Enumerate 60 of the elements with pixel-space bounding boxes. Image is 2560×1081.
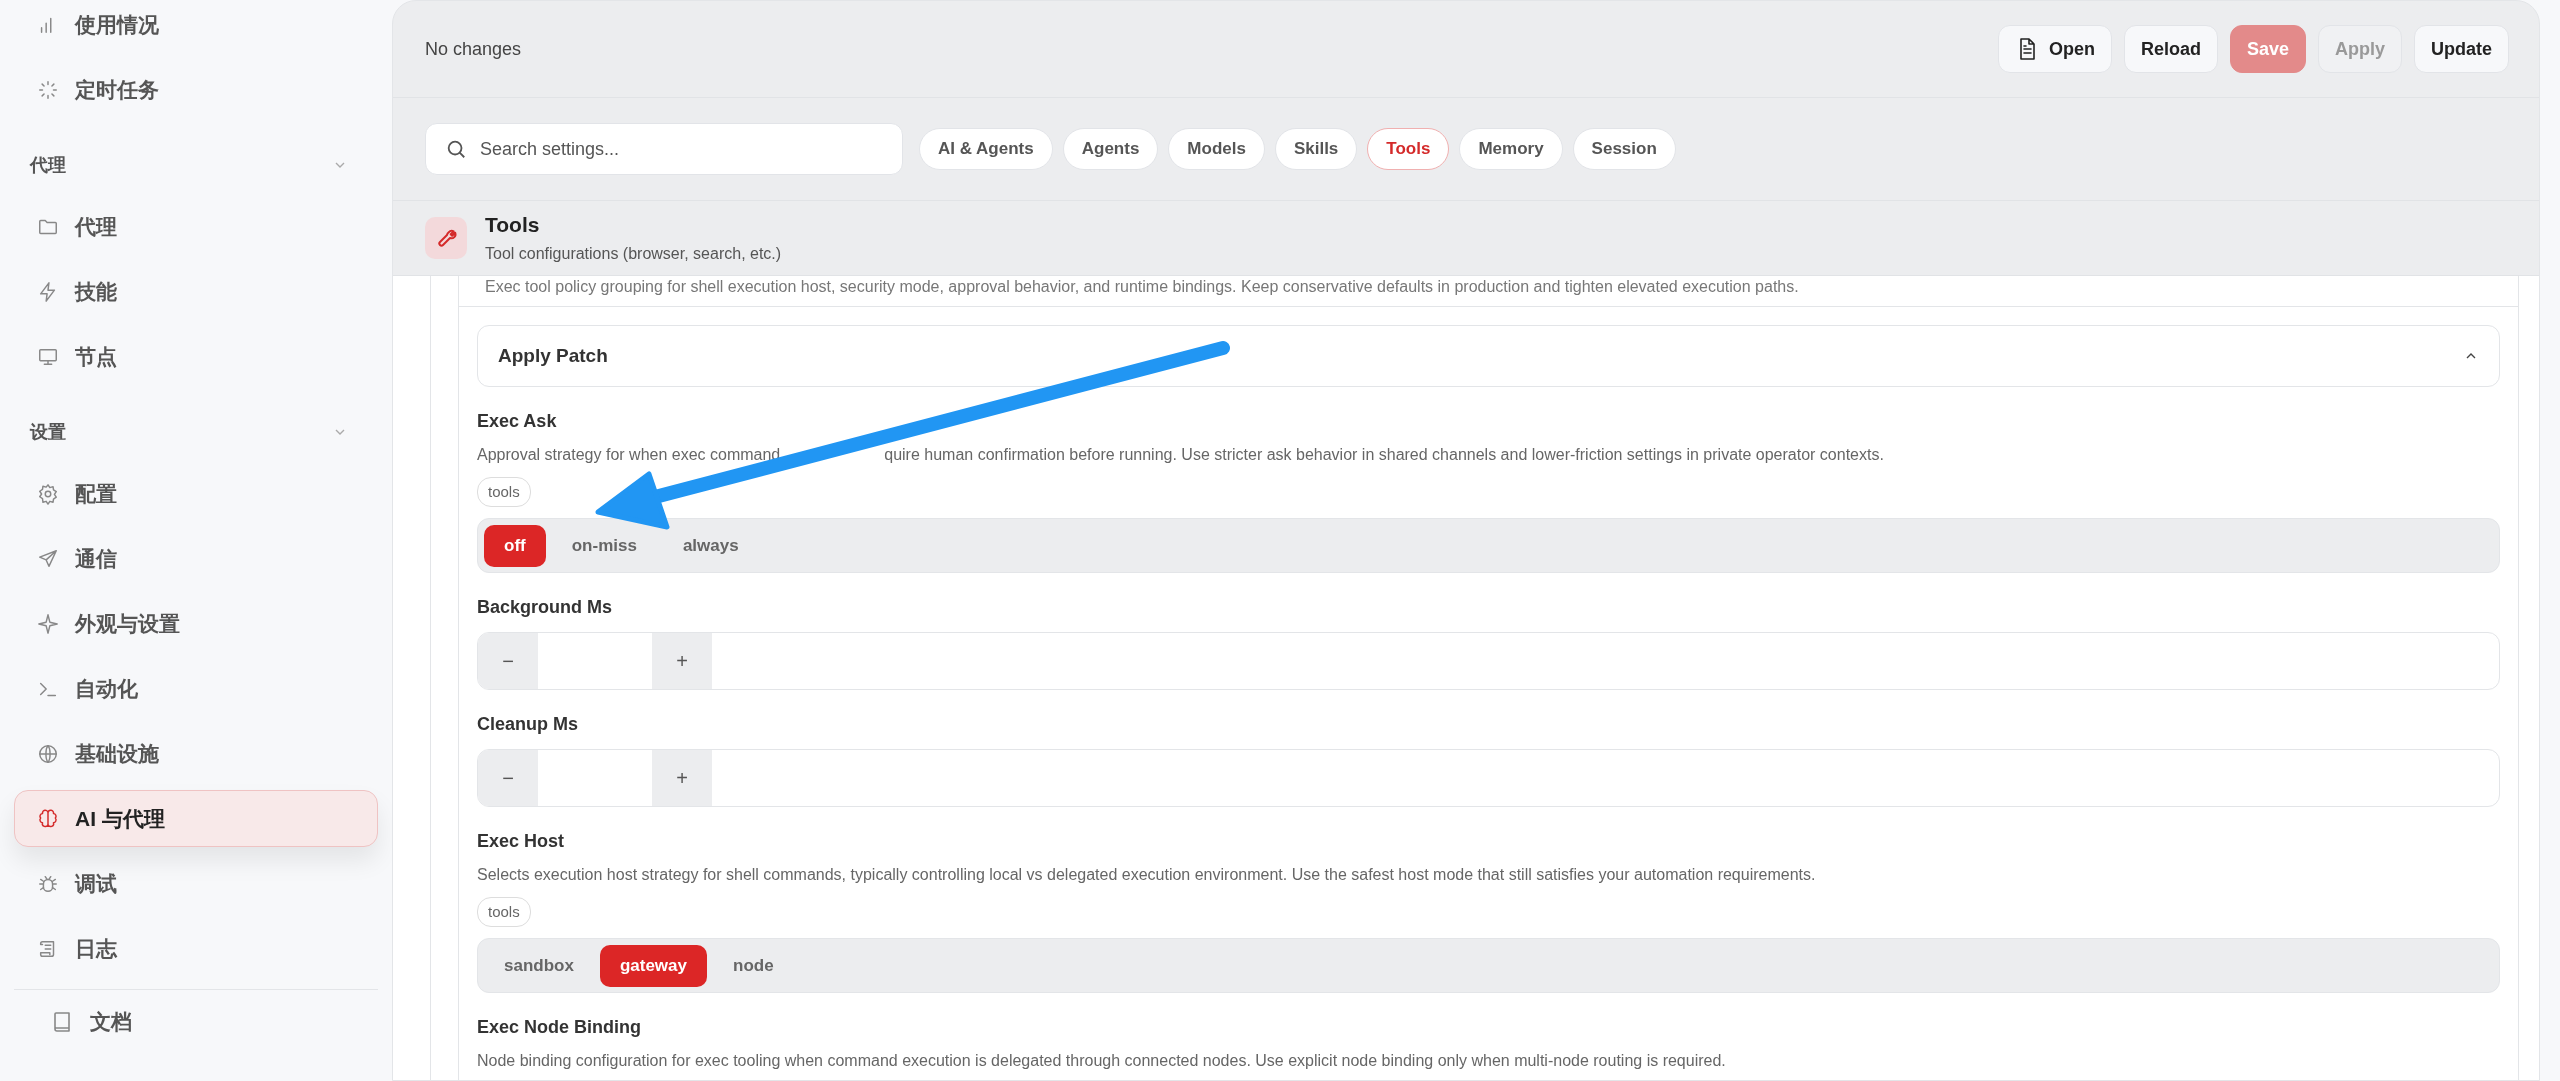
field-description: Node binding configuration for exec tooling when command execution is delegated through connected nodes. Use explicit node binding only when multi-node routing is required. [477,1052,1726,1070]
category-tab[interactable]: Skills [1274,128,1358,170]
sidebar-item[interactable]: 技能 [14,263,378,320]
globe-icon [37,742,59,765]
sidebar-item[interactable]: AI 与代理 [14,790,378,847]
increment-button[interactable]: + [652,750,712,806]
section-title: Tools [485,213,541,237]
field-label: Cleanup Ms [477,713,579,735]
category-tab[interactable]: Tools [1367,128,1450,170]
increment-button[interactable]: + [652,633,712,689]
field-description: Selects execution host strategy for shell commands, typically controlling local vs delegated execution environment. Use the safest host mode that still satisfies your automation requirements. [477,866,1816,884]
category-tab[interactable]: Agents [1062,128,1159,170]
loader-icon [37,78,59,101]
status-text: No changes [425,38,522,60]
sidebar-item[interactable]: 自动化 [14,660,378,717]
sidebar-item[interactable]: 定时任务 [14,61,378,118]
segment-option[interactable]: node [713,944,794,987]
sidebar-item[interactable]: 基础设施 [14,725,378,782]
brain-icon [37,807,59,830]
apply-patch-header[interactable]: Apply Patch [477,325,2500,387]
sidebar-item[interactable]: 使用情况 [14,0,378,53]
sidebar-item[interactable]: 调试 [14,855,378,912]
sidebar-item[interactable]: 外观与设置 [14,595,378,652]
sidebar-section-label: 设置 [30,421,66,444]
field-description: quire human confirmation before running. Use stricter ask behavior in shared channels and lower-friction settings in private operator contexts. [884,446,1884,464]
segment-option[interactable]: always [662,524,759,567]
sidebar-item[interactable]: 节点 [14,328,378,385]
toolbar-button[interactable]: Reload [2123,25,2218,73]
category-tab[interactable]: AI & Agents [919,128,1053,170]
sidebar-section-label: 代理 [30,154,66,177]
toolbar-button[interactable]: Open [1997,25,2112,73]
field-label: Background Ms [477,596,614,618]
search-icon [445,138,467,160]
paper-plane-icon [37,547,59,570]
segment-option[interactable]: sandbox [484,944,594,987]
sidebar-item[interactable]: 代理 [14,198,378,255]
tag-chip: tools [477,477,531,507]
segment-option[interactable]: on-miss [551,524,657,567]
segment-option[interactable]: off [484,524,546,567]
tag-chip: tools [477,897,531,927]
sidebar-item[interactable]: 配置 [14,465,378,522]
docs-link[interactable]: 文档 [14,989,378,1054]
category-tab[interactable]: Session [1572,128,1676,170]
sidebar-item[interactable]: 日志 [14,920,378,977]
toolbar-button[interactable]: Update [2414,25,2509,73]
field-description: Approval strategy for when exec command [477,446,781,464]
sparkle-icon [37,612,59,635]
field-label: Exec Host [477,830,566,852]
field-label: Exec Node Binding [477,1016,643,1038]
category-tab[interactable]: Models [1168,128,1265,170]
settings-icon [37,482,59,505]
decrement-button[interactable]: − [478,750,538,806]
segment-option[interactable]: gateway [599,944,707,987]
group-description: Exec tool policy grouping for shell execution host, security mode, approval behavior, and runtime bindings. Keep conservative defaults in production and tighten elevated execution paths. [459,276,2518,307]
decrement-button[interactable]: − [478,633,538,689]
sidebar-item[interactable]: 通信 [14,530,378,587]
field-label: Exec Ask [477,410,558,432]
section-subtitle: Tool configurations (browser, search, etc.) [485,245,782,263]
search-field[interactable]: Search settings... [425,123,903,175]
category-tab[interactable]: Memory [1459,128,1563,170]
